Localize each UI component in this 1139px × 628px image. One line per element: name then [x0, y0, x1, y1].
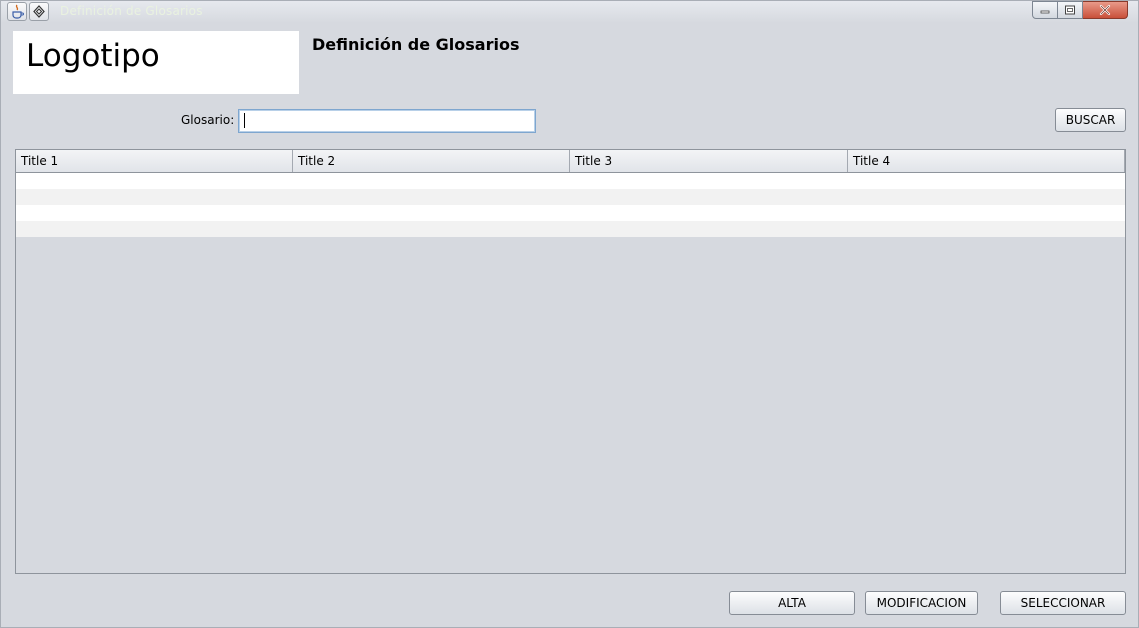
table-row[interactable] — [16, 189, 1125, 205]
table-cell[interactable] — [293, 189, 570, 205]
page-title: Definición de Glosarios — [312, 35, 520, 54]
logo-panel: Logotipo — [13, 31, 299, 94]
window-menu-icon[interactable] — [29, 2, 49, 21]
window-title: Definición de Glosarios — [60, 4, 203, 18]
table-cell[interactable] — [16, 189, 293, 205]
close-icon[interactable] — [1083, 1, 1128, 19]
column-header-title-4[interactable]: Title 4 — [848, 150, 1125, 172]
table-cell[interactable] — [293, 173, 570, 189]
modificacion-button[interactable]: MODIFICACION — [865, 591, 978, 615]
text-caret — [244, 113, 245, 128]
alta-button[interactable]: ALTA — [729, 591, 855, 615]
column-header-title-2[interactable]: Title 2 — [293, 150, 570, 172]
column-header-title-1[interactable]: Title 1 — [16, 150, 293, 172]
title-bar[interactable]: Definición de Glosarios — [1, 1, 1138, 23]
table-row[interactable] — [16, 205, 1125, 221]
app-window: Definición de Glosarios Logotipo Definic… — [0, 0, 1139, 628]
table-cell[interactable] — [16, 221, 293, 237]
logo: Logotipo — [26, 38, 160, 74]
glosarios-table[interactable]: Title 1 Title 2 Title 3 Title 4 — [15, 149, 1126, 574]
table-body — [16, 173, 1125, 237]
column-header-title-3[interactable]: Title 3 — [570, 150, 848, 172]
maximize-icon[interactable] — [1058, 1, 1083, 19]
table-cell[interactable] — [570, 189, 848, 205]
glosario-label: Glosario: — [181, 113, 235, 127]
table-header: Title 1 Title 2 Title 3 Title 4 — [16, 150, 1125, 173]
table-cell[interactable] — [16, 205, 293, 221]
table-cell[interactable] — [293, 205, 570, 221]
table-cell[interactable] — [570, 205, 848, 221]
window-controls — [1032, 1, 1128, 20]
glosario-input[interactable] — [238, 109, 536, 133]
table-cell[interactable] — [848, 205, 1125, 221]
seleccionar-button[interactable]: SELECCIONAR — [1000, 591, 1126, 615]
java-icon[interactable] — [7, 2, 27, 21]
table-cell[interactable] — [293, 221, 570, 237]
table-cell[interactable] — [848, 221, 1125, 237]
table-row[interactable] — [16, 221, 1125, 237]
buscar-button[interactable]: BUSCAR — [1055, 108, 1126, 132]
minimize-icon[interactable] — [1032, 1, 1058, 19]
table-cell[interactable] — [570, 221, 848, 237]
table-row[interactable] — [16, 173, 1125, 189]
table-cell[interactable] — [570, 173, 848, 189]
table-cell[interactable] — [16, 173, 293, 189]
table-cell[interactable] — [848, 173, 1125, 189]
table-cell[interactable] — [848, 189, 1125, 205]
